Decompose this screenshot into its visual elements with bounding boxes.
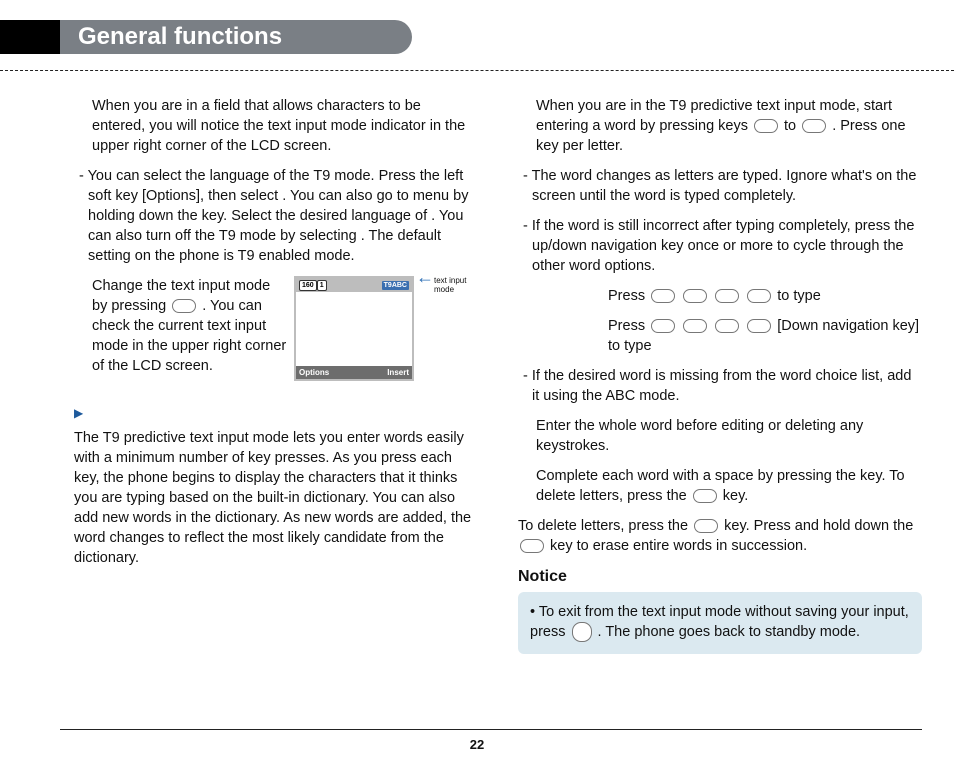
column-left: When you are in a field that allows char… (74, 96, 478, 714)
char-count: 160 (299, 280, 317, 291)
key-icon (715, 319, 739, 333)
end-key-icon (572, 622, 592, 642)
paragraph: When you are in the T9 predictive text i… (518, 96, 922, 156)
header-bar: General functions (0, 20, 412, 54)
column-right: When you are in the T9 predictive text i… (518, 96, 922, 714)
phone-screen: 160 1 T9ABC Options Insert (294, 276, 414, 381)
bullet: - If the word is still incorrect after t… (518, 216, 922, 276)
key-icon (747, 289, 771, 303)
example-line: Press to type (518, 286, 922, 306)
paragraph: Enter the whole word before editing or d… (518, 416, 922, 456)
header-title: General functions (60, 20, 412, 54)
key-icon (747, 319, 771, 333)
clear-key-icon (520, 539, 544, 553)
key-9-icon (802, 119, 826, 133)
header-accent (0, 20, 60, 54)
bullet-language: - You can select the language of the T9 … (74, 166, 478, 266)
document-page: General functions When you are in a fiel… (0, 0, 954, 764)
key-icon (683, 319, 707, 333)
footer-divider (60, 729, 922, 730)
msg-count: 1 (317, 280, 327, 291)
key-icon (715, 289, 739, 303)
content-columns: When you are in a field that allows char… (74, 96, 922, 714)
paragraph: The T9 predictive text input mode lets y… (74, 428, 478, 568)
clear-key-icon (694, 519, 718, 533)
key-2-icon (754, 119, 778, 133)
paragraph: Complete each word with a space by press… (518, 466, 922, 506)
input-mode-indicator: T9ABC (382, 281, 409, 290)
key-icon (651, 289, 675, 303)
notice-heading: Notice (518, 566, 922, 588)
bullet: - If the desired word is missing from th… (518, 366, 922, 406)
softkey-right: Insert (387, 367, 409, 378)
divider-dashed (0, 70, 954, 71)
paragraph: To delete letters, press the key. Press … (518, 516, 922, 556)
key-0-icon (693, 489, 717, 503)
key-icon (683, 289, 707, 303)
softkey-left: Options (299, 367, 329, 378)
phone-figure: Change the text input mode by pressing .… (74, 276, 478, 381)
bullet: - The word changes as letters are typed.… (518, 166, 922, 206)
triangle-icon: ▶ (74, 405, 83, 422)
paragraph: When you are in a field that allows char… (74, 96, 478, 156)
key-icon (651, 319, 675, 333)
notice-box: • To exit from the text input mode witho… (518, 592, 922, 654)
hash-key-icon (172, 299, 196, 313)
example-line: Press [Down navigation key] to type (518, 316, 922, 356)
page-number: 22 (0, 737, 954, 752)
caption: text input mode (434, 277, 478, 295)
